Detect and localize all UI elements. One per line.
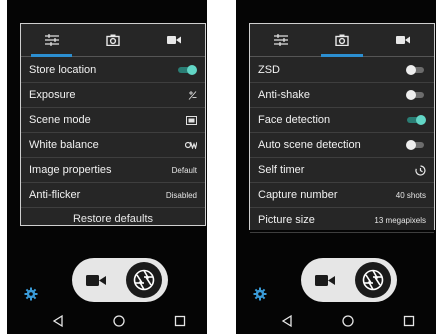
setting-row-picture-size[interactable]: Picture size 13 megapixels [250,208,434,233]
shutter-icon [133,269,155,291]
setting-row-capture-number[interactable]: Capture number 40 shots [250,183,434,208]
video-icon [396,36,411,44]
shutter-button[interactable] [120,258,168,302]
tab-video-settings[interactable] [144,24,205,56]
shutter-button-inner [126,262,162,298]
setting-value: 13 megapixels [374,215,426,225]
settings-tabs [250,24,434,57]
toggle-switch[interactable] [406,140,426,150]
setting-label: Scene mode [29,114,91,126]
home-icon[interactable] [112,314,126,328]
restore-defaults-button[interactable]: Restore defaults [21,208,205,230]
scene-mode-icon [186,115,197,125]
recent-apps-icon[interactable] [402,314,416,328]
white-balance-icon [185,141,197,149]
back-icon[interactable] [51,314,65,328]
tab-photo-settings[interactable] [82,24,143,56]
setting-label: Auto scene detection [258,139,361,151]
video-record-button[interactable] [72,258,120,302]
setting-row-store-location[interactable]: Store location [21,58,205,83]
shutter-button[interactable] [349,258,397,302]
setting-label: Store location [29,64,97,76]
shutter-button-inner [355,262,391,298]
setting-label: White balance [29,139,99,151]
tab-general-settings[interactable] [250,24,311,56]
video-camera-icon [86,274,106,286]
video-camera-icon [315,274,335,286]
camera-screen-right: ZSD Anti-shake Face detection Auto scene… [236,0,436,334]
setting-label: Exposure [29,89,76,101]
settings-panel: ZSD Anti-shake Face detection Auto scene… [249,23,435,233]
setting-row-auto-scene-detection[interactable]: Auto scene detection [250,133,434,158]
shutter-icon [362,269,384,291]
setting-label: Face detection [258,114,331,126]
sliders-icon [273,34,288,46]
settings-tabs [21,24,205,57]
setting-value: 40 shots [395,190,426,200]
settings-list: Store location Exposure Scene mode White… [21,58,205,230]
setting-row-image-properties[interactable]: Image properties Default [21,158,205,183]
system-nav-bar [7,308,207,334]
system-nav-bar [236,308,436,334]
toggle-switch[interactable] [406,115,426,125]
setting-row-scene-mode[interactable]: Scene mode [21,108,205,133]
settings-list: ZSD Anti-shake Face detection Auto scene… [250,58,434,233]
exposure-icon [188,90,197,100]
setting-label: Picture size [258,214,315,226]
camera-icon [106,34,120,46]
setting-row-face-detection[interactable]: Face detection [250,108,434,133]
camera-screen-left: Store location Exposure Scene mode White… [7,0,207,334]
setting-label: Image properties [29,164,112,176]
sliders-icon [44,34,59,46]
recent-apps-icon[interactable] [173,314,187,328]
camera-icon [335,34,349,46]
toggle-switch[interactable] [406,65,426,75]
tab-video-settings[interactable] [373,24,434,56]
toggle-switch[interactable] [177,65,197,75]
setting-value: Disabled [165,190,197,200]
settings-gear-icon[interactable] [253,287,267,301]
tab-general-settings[interactable] [21,24,82,57]
capture-controls [72,258,168,302]
setting-label: Capture number [258,189,338,201]
timer-icon [415,164,426,176]
settings-panel: Store location Exposure Scene mode White… [20,23,206,226]
video-record-button[interactable] [301,258,349,302]
setting-row-anti-flicker[interactable]: Anti-flicker Disabled [21,183,205,208]
setting-row-anti-shake[interactable]: Anti-shake [250,83,434,108]
back-icon[interactable] [280,314,294,328]
setting-row-self-timer[interactable]: Self timer [250,158,434,183]
video-icon [167,36,182,44]
toggle-switch[interactable] [406,90,426,100]
setting-row-exposure[interactable]: Exposure [21,83,205,108]
setting-label: Anti-shake [258,89,310,101]
setting-label: Anti-flicker [29,189,81,201]
setting-label: Self timer [258,164,305,176]
tab-photo-settings[interactable] [311,24,372,57]
setting-row-zsd[interactable]: ZSD [250,58,434,83]
setting-label: ZSD [258,64,280,76]
settings-gear-icon[interactable] [24,287,38,301]
setting-row-white-balance[interactable]: White balance [21,133,205,158]
setting-value: Default [171,165,197,175]
home-icon[interactable] [341,314,355,328]
capture-controls [301,258,397,302]
